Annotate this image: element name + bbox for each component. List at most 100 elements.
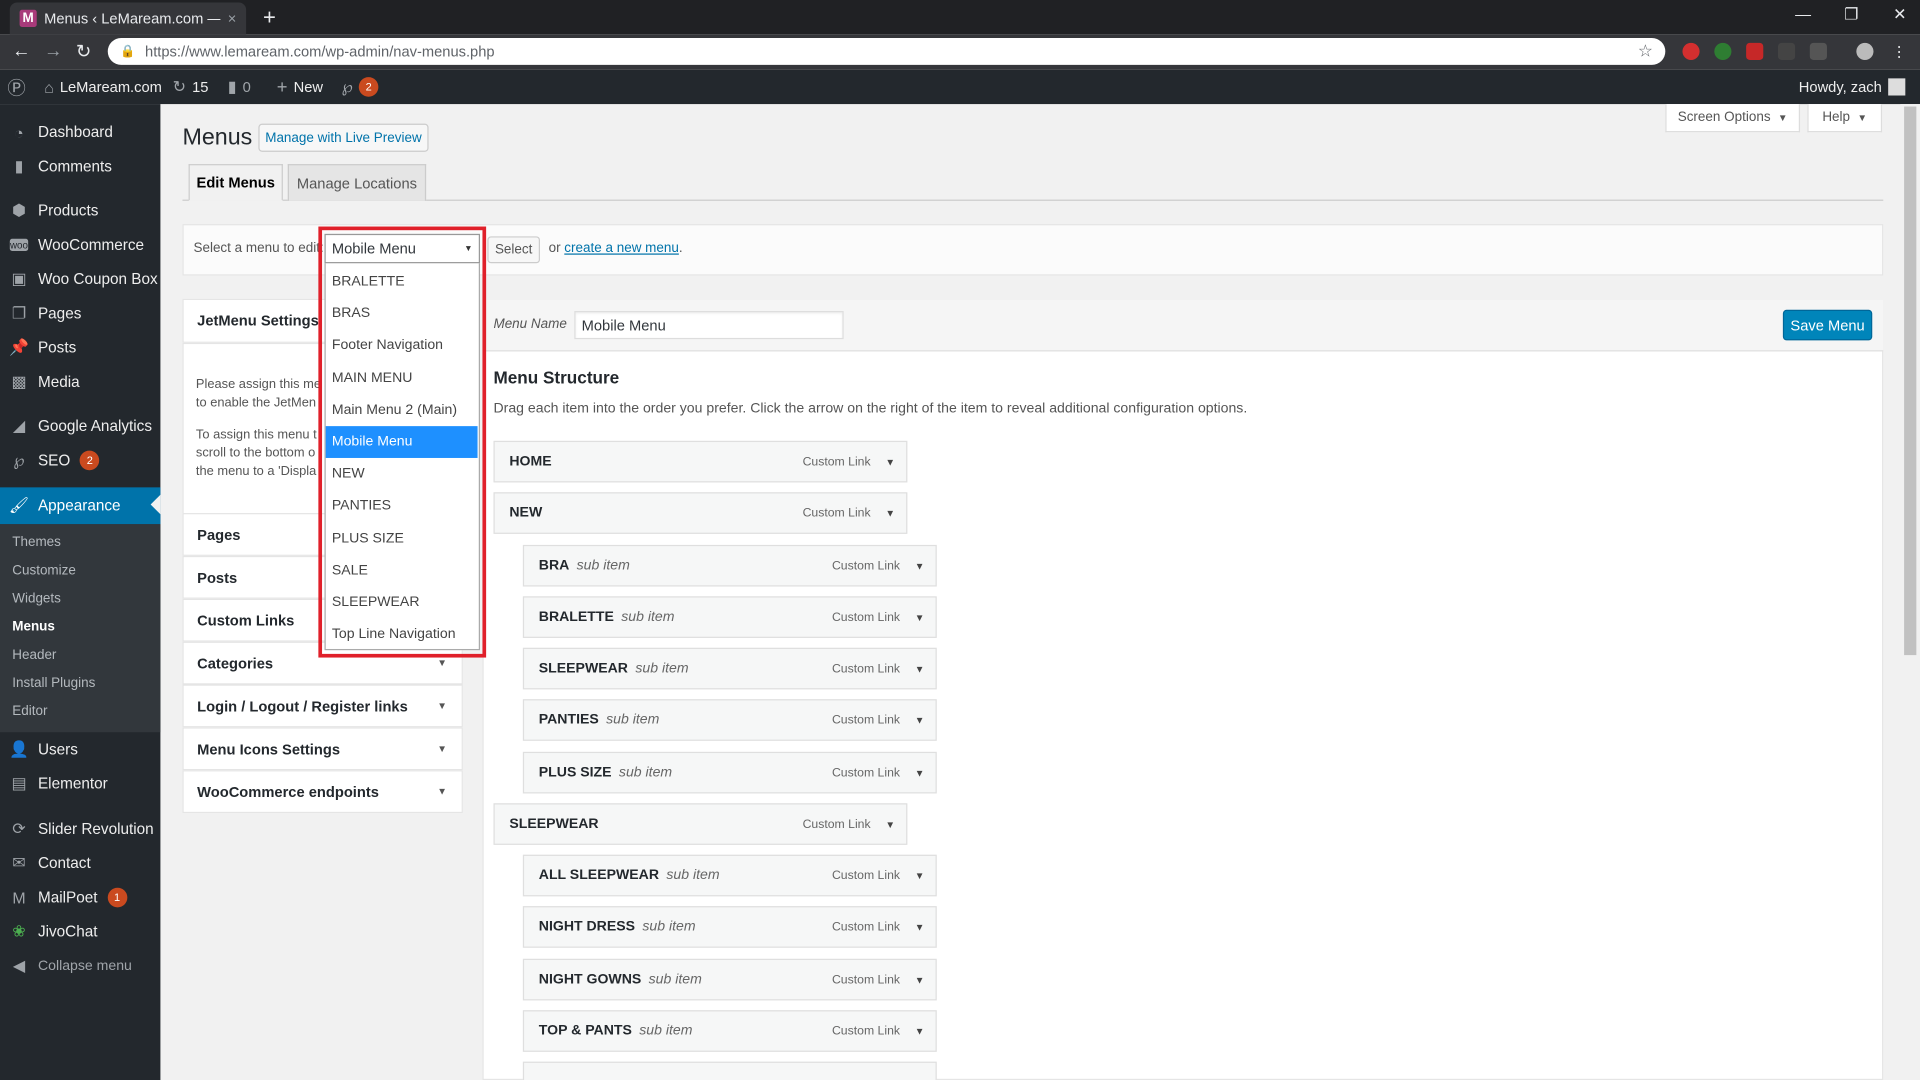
- collapse-menu-button[interactable]: ◀ Collapse menu: [0, 949, 160, 983]
- menu-item-subtext: sub item: [648, 972, 702, 987]
- expand-arrow-icon[interactable]: ▼: [885, 819, 895, 830]
- expand-arrow-icon[interactable]: ▼: [885, 508, 895, 519]
- live-preview-button[interactable]: Manage with Live Preview: [258, 123, 429, 152]
- menu-item[interactable]: NEW Custom Link ▼: [493, 492, 908, 534]
- expand-arrow-icon[interactable]: ▼: [915, 663, 925, 674]
- menu-sub-item[interactable]: BRALETTE sub item Custom Link ▼: [522, 596, 937, 638]
- submenu-customize[interactable]: Customize: [12, 563, 76, 578]
- sidebar-item-seo[interactable]: ℘ SEO 2: [0, 443, 160, 477]
- sidebar-item-jivochat[interactable]: ❀ JivoChat: [0, 915, 160, 949]
- sidebar-item-products[interactable]: ⬢ Products: [0, 193, 160, 227]
- new-tab-button[interactable]: +: [257, 5, 281, 31]
- menu-sub-item[interactable]: SLEEPWEAR sub item Custom Link ▼: [522, 647, 937, 690]
- browser-tab[interactable]: M Menus ‹ LeMaream.com — Word ×: [9, 2, 247, 35]
- menu-sub-item[interactable]: NIGHT DRESS sub item Custom Link ▼: [522, 906, 937, 948]
- forward-icon[interactable]: →: [44, 40, 62, 61]
- extension-red-icon[interactable]: [1746, 42, 1764, 61]
- profile-icon[interactable]: [1856, 42, 1874, 61]
- expand-arrow-icon[interactable]: ▼: [885, 456, 895, 467]
- menu-sub-item[interactable]: TOP & PANTS sub item Custom Link ▼: [522, 1010, 937, 1052]
- menu-sub-item[interactable]: BRA sub item Custom Link ▼: [522, 544, 937, 587]
- accordion-woocommerce-endpoints[interactable]: WooCommerce endpoints ▼: [182, 770, 463, 814]
- sidebar-item-mailpoet[interactable]: M MailPoet 1: [0, 880, 160, 914]
- window-close-icon[interactable]: ✕: [1893, 5, 1906, 25]
- updates-count: 15: [192, 78, 209, 96]
- sidebar-item-woo-coupon-box[interactable]: ▣ Woo Coupon Box: [0, 262, 160, 296]
- expand-arrow-icon[interactable]: ▼: [915, 974, 925, 985]
- submenu-editor[interactable]: Editor: [12, 704, 47, 719]
- menu-item[interactable]: HOME Custom Link ▼: [493, 440, 908, 483]
- save-menu-button[interactable]: Save Menu: [1782, 309, 1873, 341]
- submenu-header[interactable]: Header: [12, 648, 56, 663]
- page-scrollbar[interactable]: [1900, 104, 1920, 1080]
- screen-options-button[interactable]: Screen Options ▼: [1665, 104, 1801, 133]
- sidebar-item-woocommerce[interactable]: woo WooCommerce: [0, 228, 160, 262]
- plus-icon: +: [276, 76, 288, 98]
- sidebar-item-comments[interactable]: ▮ Comments: [0, 149, 160, 183]
- yoast-link[interactable]: ℘ 2: [342, 70, 379, 104]
- back-icon[interactable]: ←: [12, 40, 30, 61]
- chevron-down-icon: ▼: [1857, 112, 1868, 124]
- expand-arrow-icon[interactable]: ▼: [915, 560, 925, 571]
- address-bar[interactable]: 🔒 https://www.lemaream.com/wp-admin/nav-…: [107, 37, 1666, 65]
- accordion-login-logout[interactable]: Login / Logout / Register links ▼: [182, 684, 463, 728]
- menu-name-input[interactable]: Mobile Menu: [574, 311, 844, 340]
- sidebar-item-slider-revolution[interactable]: ⟳ Slider Revolution: [0, 812, 160, 846]
- my-account-link[interactable]: Howdy, zach: [1799, 70, 1906, 104]
- new-content-link[interactable]: + New: [277, 70, 323, 104]
- expand-arrow-icon[interactable]: ▼: [915, 870, 925, 881]
- site-name-link[interactable]: ⌂ LeMaream.com: [44, 70, 162, 104]
- submenu-install-plugins[interactable]: Install Plugins: [12, 676, 95, 691]
- accordion-menu-icons[interactable]: Menu Icons Settings ▼: [182, 727, 463, 771]
- sidebar-item-pages[interactable]: ❐ Pages: [0, 296, 160, 330]
- sidebar-item-posts[interactable]: 📌 Posts: [0, 331, 160, 365]
- sidebar-item-contact[interactable]: ✉ Contact: [0, 846, 160, 880]
- create-new-menu-link[interactable]: create a new menu: [564, 241, 679, 256]
- minimize-icon[interactable]: —: [1795, 5, 1811, 23]
- sidebar-item-google-analytics[interactable]: ◢ Google Analytics: [0, 409, 160, 443]
- comments-link[interactable]: ▮ 0: [228, 70, 251, 104]
- scrollbar-thumb[interactable]: [1904, 106, 1917, 656]
- extension-pin-icon[interactable]: [1809, 42, 1827, 61]
- menu-sub-item-partial[interactable]: [522, 1061, 937, 1080]
- submenu-menus[interactable]: Menus: [12, 620, 55, 635]
- wordpress-logo-icon[interactable]: Ⓟ: [7, 70, 25, 104]
- bookmark-star-icon[interactable]: ☆: [1638, 40, 1653, 61]
- expand-arrow-icon[interactable]: ▼: [915, 921, 925, 932]
- tab-manage-locations[interactable]: Manage Locations: [287, 164, 427, 201]
- updates-link[interactable]: ↻ 15: [173, 70, 209, 104]
- submenu-themes[interactable]: Themes: [12, 535, 61, 550]
- tab-edit-menus[interactable]: Edit Menus: [188, 164, 283, 201]
- extension-dark-icon[interactable]: [1777, 42, 1796, 61]
- menu-name-label: Menu Name: [493, 317, 567, 332]
- menu-sub-item[interactable]: PANTIES sub item Custom Link ▼: [522, 699, 937, 741]
- sidebar-item-media[interactable]: ▩ Media: [0, 365, 160, 399]
- tab-close-icon[interactable]: ×: [228, 10, 237, 27]
- expand-arrow-icon[interactable]: ▼: [915, 612, 925, 623]
- expand-arrow-icon[interactable]: ▼: [915, 714, 925, 725]
- sidebar-item-appearance[interactable]: 🖌 Appearance: [0, 487, 161, 525]
- expand-arrow-icon[interactable]: ▼: [915, 767, 925, 778]
- sidebar-item-elementor[interactable]: ▤ Elementor: [0, 767, 160, 801]
- sidebar-item-dashboard[interactable]: ◔ Dashboard: [0, 115, 160, 149]
- restore-icon[interactable]: ❐: [1844, 5, 1858, 25]
- help-button[interactable]: Help ▼: [1807, 104, 1883, 133]
- dashboard-icon: ◔: [14, 123, 24, 142]
- extension-green-icon[interactable]: [1714, 42, 1732, 61]
- reload-icon[interactable]: ↻: [76, 40, 91, 63]
- menu-sub-item[interactable]: ALL SLEEPWEAR sub item Custom Link ▼: [522, 854, 937, 897]
- menu-item[interactable]: SLEEPWEAR Custom Link ▼: [493, 803, 908, 845]
- expand-arrow-icon[interactable]: ▼: [915, 1026, 925, 1037]
- menu-sub-item[interactable]: NIGHT GOWNS sub item Custom Link ▼: [522, 958, 937, 1001]
- menu-item-subtext: sub item: [606, 712, 660, 728]
- select-button[interactable]: Select: [487, 236, 541, 264]
- browser-tabstrip: M Menus ‹ LeMaream.com — Word × + — ❐ ✕: [0, 0, 1920, 35]
- menu-sub-item[interactable]: PLUS SIZE sub item Custom Link ▼: [522, 751, 937, 794]
- sidebar-item-users[interactable]: 👤 Users: [0, 732, 160, 766]
- browser-menu-icon[interactable]: ⋮: [1892, 43, 1909, 60]
- extension-opera-icon[interactable]: [1682, 42, 1700, 61]
- mailpoet-badge: 1: [107, 887, 127, 908]
- submenu-widgets[interactable]: Widgets: [12, 591, 61, 606]
- menu-item-subtext: sub item: [621, 609, 675, 625]
- new-label: New: [293, 78, 324, 96]
